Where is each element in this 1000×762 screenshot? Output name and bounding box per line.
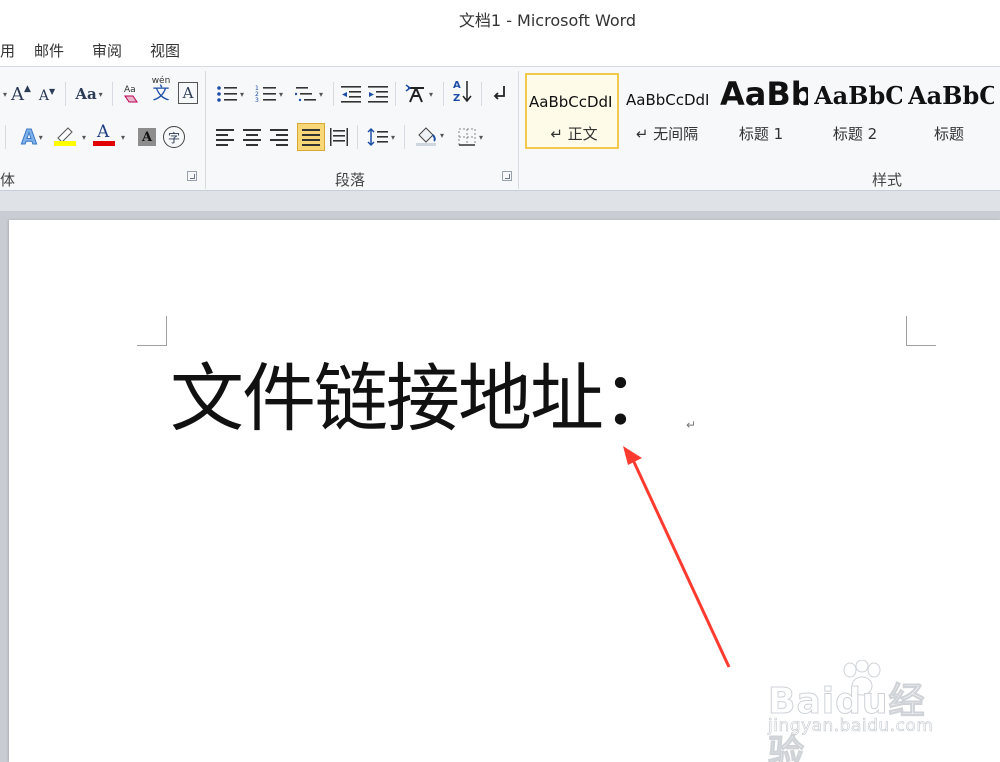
watermark-url: jingyan.baidu.com <box>768 716 934 737</box>
font-color-swatch <box>93 141 115 146</box>
multilevel-list-icon <box>294 87 316 102</box>
document-text[interactable]: 文件链接地址： <box>170 362 676 436</box>
justify-button[interactable] <box>297 123 325 151</box>
window-title: 文档1 - Microsoft Word <box>458 11 637 30</box>
align-left-icon <box>216 128 234 146</box>
character-border-button[interactable]: A <box>178 82 198 104</box>
baidu-watermark: Baidu经验 jingyan.baidu.com <box>768 660 958 762</box>
sort-az-icon: A Z <box>453 80 472 104</box>
decrease-indent-icon <box>341 86 361 103</box>
align-right-button[interactable] <box>268 125 290 149</box>
paragraph-dialog-launcher-icon[interactable] <box>502 171 512 181</box>
bullet-list-icon <box>217 86 237 102</box>
tab-use[interactable]: 用 <box>0 40 15 61</box>
distributed-button[interactable] <box>328 125 350 149</box>
canvas-band <box>0 191 1000 211</box>
paragraph-marks-icon <box>493 86 505 100</box>
shrink-font-button[interactable]: A ▼ <box>37 84 57 108</box>
line-spacing-icon <box>367 127 388 147</box>
chinese-layout-icon <box>405 84 424 103</box>
increase-indent-button[interactable] <box>367 82 389 106</box>
down-arrow-icon: ▼ <box>48 86 56 96</box>
style-heading-2[interactable]: AaBbC 标题 2 <box>808 73 902 149</box>
align-center-button[interactable] <box>241 125 263 149</box>
distributed-icon <box>330 128 348 146</box>
highlighter-icon <box>54 127 76 146</box>
font-size-dropdown-icon[interactable]: ▾ <box>0 82 8 106</box>
align-center-icon <box>243 128 261 146</box>
svg-text:Z: Z <box>453 93 460 104</box>
enclose-characters-button[interactable]: 字 <box>163 126 185 148</box>
character-shading-button[interactable]: A <box>138 128 156 146</box>
grow-font-button[interactable]: A ▲ <box>10 82 32 106</box>
divider <box>404 125 405 149</box>
up-arrow-icon: ▲ <box>24 84 31 94</box>
tab-mailings[interactable]: 邮件 <box>34 40 64 61</box>
multilevel-list-button[interactable]: ▾ <box>292 82 326 106</box>
paragraph-mark: ↵ <box>686 418 697 432</box>
ribbon-tabs: 用 邮件 审阅 视图 <box>0 34 1000 66</box>
numbering-button[interactable]: 1 2 3 ▾ <box>252 82 286 106</box>
paint-bucket-icon <box>415 127 436 146</box>
svg-text:A: A <box>453 80 461 91</box>
style-heading-1[interactable]: AaBb 标题 1 <box>714 73 808 149</box>
phonetic-guide-button[interactable]: wén 文 <box>148 77 174 103</box>
page-corner-mark <box>906 316 936 346</box>
svg-text:Aa: Aa <box>124 85 136 95</box>
align-right-icon <box>270 128 288 146</box>
styles-group-label: 样式 <box>872 171 903 189</box>
line-spacing-button[interactable]: ▾ <box>364 125 398 149</box>
show-hide-marks-button[interactable] <box>490 82 510 106</box>
font-group-label: 体 <box>0 171 16 189</box>
style-title[interactable]: AaBbC 标题 <box>902 73 1000 149</box>
ribbon: ▾ A ▲ A ▼ Aa ▾ Aa wén 文 A A ▾ ▾ A ▾ A 字 … <box>0 66 1000 191</box>
justify-icon <box>302 128 320 146</box>
divider <box>65 82 66 106</box>
decrease-indent-button[interactable] <box>340 82 362 106</box>
chinese-layout-button[interactable]: ▾ <box>402 82 436 106</box>
group-divider <box>518 71 519 189</box>
divider <box>5 125 6 149</box>
bullets-button[interactable]: ▾ <box>214 82 246 106</box>
divider <box>112 82 113 106</box>
clear-format-icon: Aa <box>124 85 138 103</box>
group-divider <box>205 71 206 189</box>
text-effects-button[interactable]: A ▾ <box>15 125 49 150</box>
numbered-list-icon: 1 2 3 <box>255 85 276 104</box>
divider <box>481 82 482 106</box>
tab-view[interactable]: 视图 <box>150 40 180 61</box>
svg-text:3: 3 <box>255 97 259 104</box>
shading-button[interactable]: ▾ <box>411 123 447 147</box>
borders-icon <box>458 128 476 146</box>
highlight-dropdown-icon[interactable]: ▾ <box>82 133 86 142</box>
title-bar: 文档1 - Microsoft Word <box>0 0 1000 34</box>
style-no-spacing[interactable]: AaBbCcDdI ↵ 无间隔 <box>620 73 714 149</box>
align-left-button[interactable] <box>214 125 236 149</box>
divider <box>357 125 358 149</box>
font-color-dropdown-icon[interactable]: ▾ <box>121 133 125 142</box>
font-dialog-launcher-icon[interactable] <box>187 171 197 181</box>
tab-review[interactable]: 审阅 <box>92 40 122 61</box>
divider <box>395 82 396 106</box>
divider <box>333 82 334 106</box>
sort-button[interactable]: A Z <box>450 79 474 104</box>
change-case-button[interactable]: Aa ▾ <box>73 82 105 106</box>
increase-indent-icon <box>368 86 388 103</box>
clear-format-button[interactable]: Aa <box>120 81 144 105</box>
page-corner-mark <box>137 316 167 346</box>
divider <box>443 82 444 106</box>
borders-button[interactable]: ▾ <box>452 125 488 149</box>
paragraph-group-label: 段落 <box>335 171 366 189</box>
style-normal[interactable]: AaBbCcDdI ↵ 正文 <box>525 73 619 149</box>
